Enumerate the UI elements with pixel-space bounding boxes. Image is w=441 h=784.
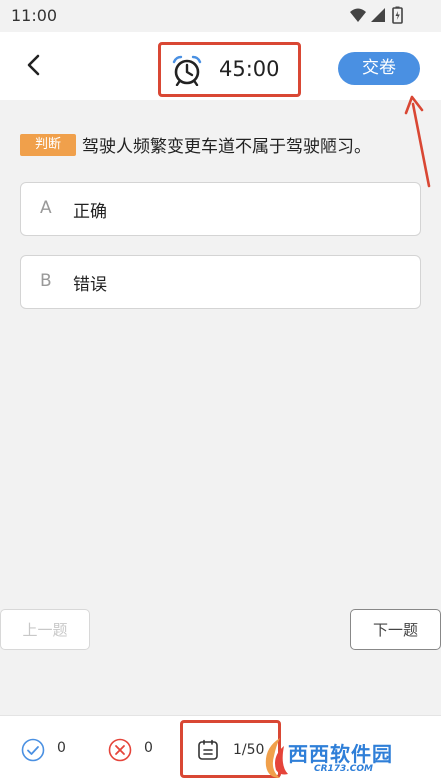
question-text: 驾驶人频繁变更车道不属于驾驶陋习。	[82, 137, 371, 157]
exam-timer: 45:00	[158, 42, 301, 97]
option-text: 错误	[73, 275, 107, 295]
wifi-icon	[350, 8, 366, 22]
next-question-button[interactable]: 下一题	[350, 609, 441, 650]
option-letter: B	[40, 271, 52, 291]
question-type-badge: 判断	[20, 134, 76, 156]
watermark-subtitle: CR173.COM	[314, 764, 373, 774]
option-b[interactable]: B 错误	[20, 255, 421, 309]
alarm-clock-icon	[172, 55, 202, 86]
previous-question-button[interactable]: 上一题	[0, 609, 90, 650]
watermark-title: 西西软件园	[288, 742, 393, 766]
check-circle-icon	[21, 738, 45, 762]
app-header: 45:00 交卷	[0, 32, 441, 100]
wrong-count-value: 0	[144, 740, 153, 756]
battery-charging-icon	[392, 6, 403, 24]
signal-icon	[371, 8, 385, 22]
status-bar: 11:00	[0, 0, 441, 32]
submit-exam-button[interactable]: 交卷	[338, 52, 420, 85]
watermark: 西西软件园 CR173.COM	[258, 736, 418, 780]
status-time: 11:00	[11, 6, 58, 25]
cross-circle-icon	[108, 738, 132, 762]
status-icons	[349, 6, 411, 26]
correct-count-value: 0	[57, 740, 66, 756]
option-a[interactable]: A 正确	[20, 182, 421, 236]
option-text: 正确	[73, 202, 107, 222]
option-letter: A	[40, 198, 52, 218]
chevron-left-icon	[27, 54, 40, 76]
back-button[interactable]	[20, 50, 48, 80]
question: 判断 驾驶人频繁变更车道不属于驾驶陋习。	[20, 131, 430, 159]
answer-sheet-icon	[198, 739, 218, 760]
timer-text: 45:00	[219, 57, 280, 81]
